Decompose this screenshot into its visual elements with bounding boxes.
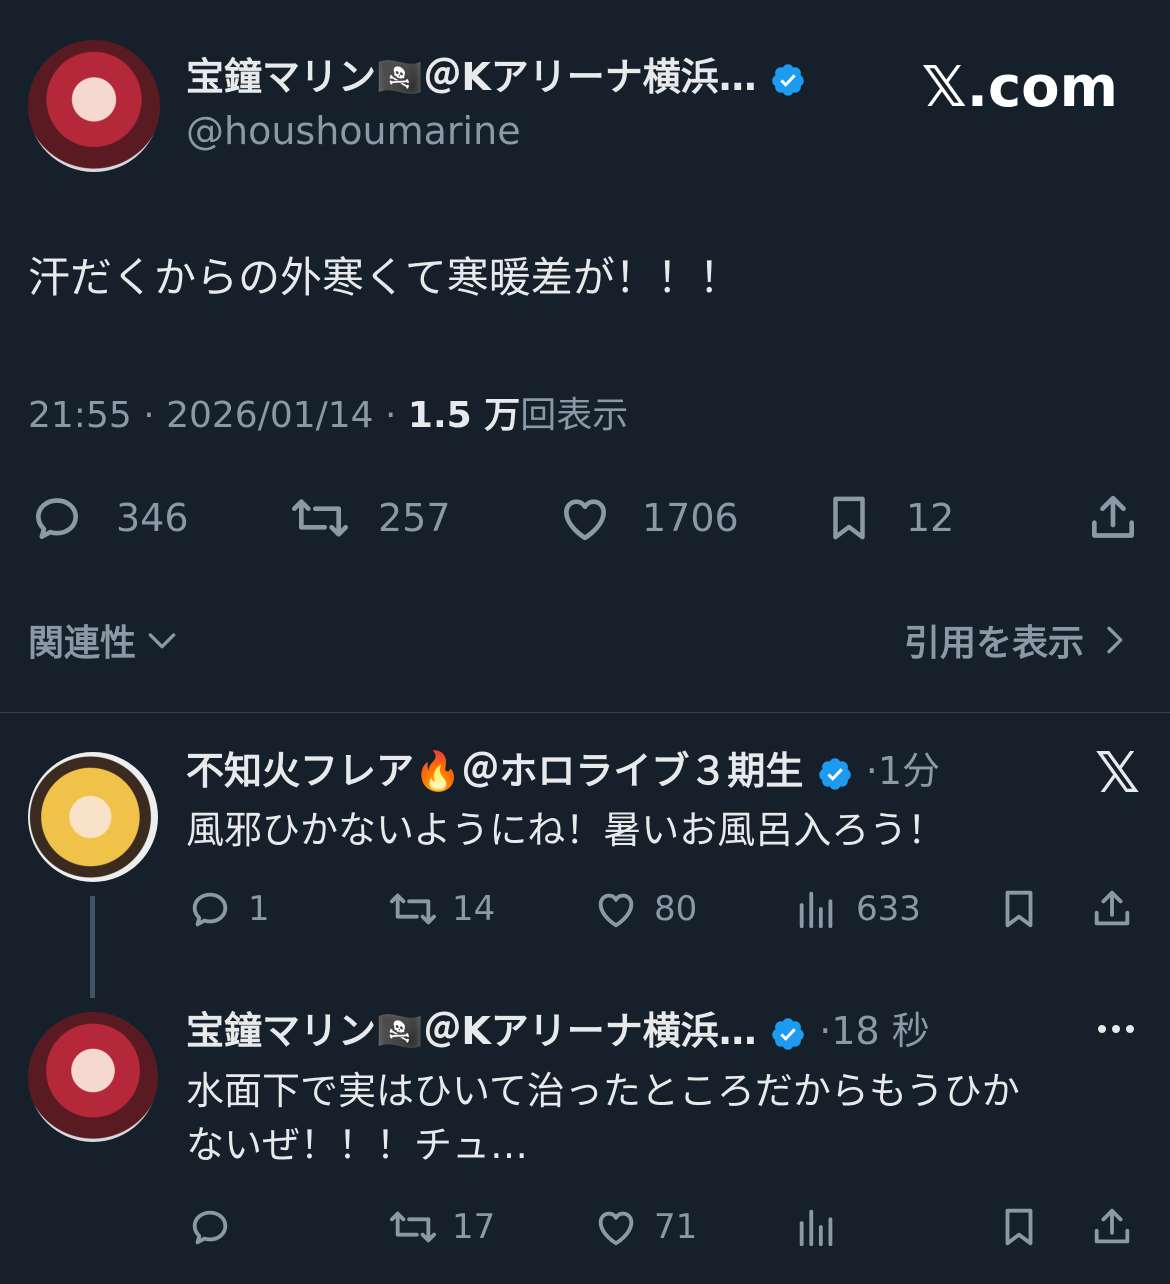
retweet-icon [389,893,436,925]
reply2-text-line1: 水面下で実はひいて治ったところだからもうひか [186,1069,1020,1113]
retweet-button[interactable]: 257 [288,490,451,546]
bookmark-button[interactable]: 12 [822,490,954,546]
bookmark-count: 12 [906,496,955,540]
reply2-text: 水面下で実はひいて治ったところだからもうひか ないぜ！！！チュ… [186,1064,1020,1172]
heart-icon [598,1211,634,1246]
chevron-down-icon [148,633,176,649]
reply1-name-row[interactable]: 不知火フレア🔥＠ホロライブ３期生 ·1分 [186,746,940,796]
share-icon [1094,1208,1130,1244]
reply2-like-button[interactable]: 71 [592,1204,697,1250]
reply2-bookmark-button[interactable] [996,1204,1042,1250]
heart-icon [564,499,606,541]
reply1-author-name[interactable]: 不知火フレア🔥＠ホロライブ３期生 [186,749,803,793]
author-handle[interactable]: @houshoumarine [186,106,521,156]
heart-icon [598,893,634,928]
reply1-avatar[interactable] [28,752,158,882]
x-com-logo: 𝕏.com [921,55,1118,120]
reply-count: 346 [116,496,189,540]
relevance-label: 関連性 [28,623,137,664]
reply2-retweet-button[interactable]: 17 [386,1204,495,1250]
reply2-retweet-count: 17 [452,1207,496,1247]
reply1-retweet-count: 14 [452,889,496,929]
author-name[interactable]: 宝鐘マリン🏴‍☠️＠Kアリーナ横浜… [186,55,757,99]
reply-icon [36,498,78,539]
reply1-reply-count: 1 [248,889,270,929]
reply2-time[interactable]: ·18 秒 [819,1009,930,1053]
share-icon [1092,495,1134,538]
divider [0,712,1170,713]
reply2-reply-button[interactable] [186,1204,234,1250]
chevron-right-icon [1107,626,1123,654]
verified-badge-icon [772,63,804,96]
reply1-like-count: 80 [654,889,698,929]
share-button[interactable] [1084,490,1142,546]
reply1-view-count: 633 [856,889,921,929]
more-options-icon[interactable] [1096,1014,1136,1044]
view-label: 回表示 [520,395,629,436]
retweet-icon [389,1211,436,1243]
analytics-icon [799,891,833,929]
verified-badge-icon [772,1017,804,1050]
like-count: 1706 [642,496,739,540]
view-quotes-link[interactable]: 引用を表示 [904,614,1134,666]
analytics-icon [799,1209,833,1247]
bookmark-icon [1005,890,1033,928]
reply2-views-button[interactable] [794,1204,840,1250]
reply1-share-button[interactable] [1088,886,1136,932]
reply2-share-button[interactable] [1088,1204,1136,1250]
reply1-retweet-button[interactable]: 14 [386,886,495,932]
view-count: 1.5 万 [407,395,521,436]
retweet-icon [292,499,348,537]
reply1-reply-button[interactable]: 1 [186,886,270,932]
reply-button[interactable]: 346 [28,490,189,546]
relevance-dropdown[interactable]: 関連性 [28,614,182,666]
author-avatar[interactable] [28,40,160,172]
x-logo-icon: 𝕏 [1094,741,1140,806]
author-name-row[interactable]: 宝鐘マリン🏴‍☠️＠Kアリーナ横浜… [186,52,806,102]
reply2-author-name[interactable]: 宝鐘マリン🏴‍☠️＠Kアリーナ横浜… [186,1009,757,1053]
bookmark-icon [1005,1208,1033,1246]
view-quotes-label: 引用を表示 [903,623,1084,664]
bookmark-icon [833,496,865,540]
reply1-bookmark-button[interactable] [996,886,1042,932]
reply1-like-button[interactable]: 80 [592,886,697,932]
tweet-meta: 21:55 · 2026/01/14 · 1.5 万回表示 [28,392,628,440]
reply2-name-row[interactable]: 宝鐘マリン🏴‍☠️＠Kアリーナ横浜… ·18 秒 [186,1006,930,1056]
like-button[interactable]: 1706 [556,490,739,546]
reply1-time[interactable]: ·1分 [866,749,940,793]
reply-icon [192,1210,228,1245]
verified-badge-icon [818,757,851,790]
reply2-text-line2: ないぜ！！！チュ… [186,1123,529,1167]
reply2-like-count: 71 [654,1207,698,1247]
reply1-views-button[interactable]: 633 [794,886,921,932]
share-icon [1094,890,1130,926]
tweet-text: 汗だくからの外寒くて寒暖差が！！！ [28,253,741,302]
reply1-text: 風邪ひかないようにね！暑いお風呂入ろう！ [186,808,946,852]
tweet-time[interactable]: 21:55 · 2026/01/14 · [28,395,396,436]
thread-line [90,896,95,998]
reply-icon [192,892,228,927]
retweet-count: 257 [378,496,451,540]
reply2-avatar[interactable] [28,1012,158,1142]
